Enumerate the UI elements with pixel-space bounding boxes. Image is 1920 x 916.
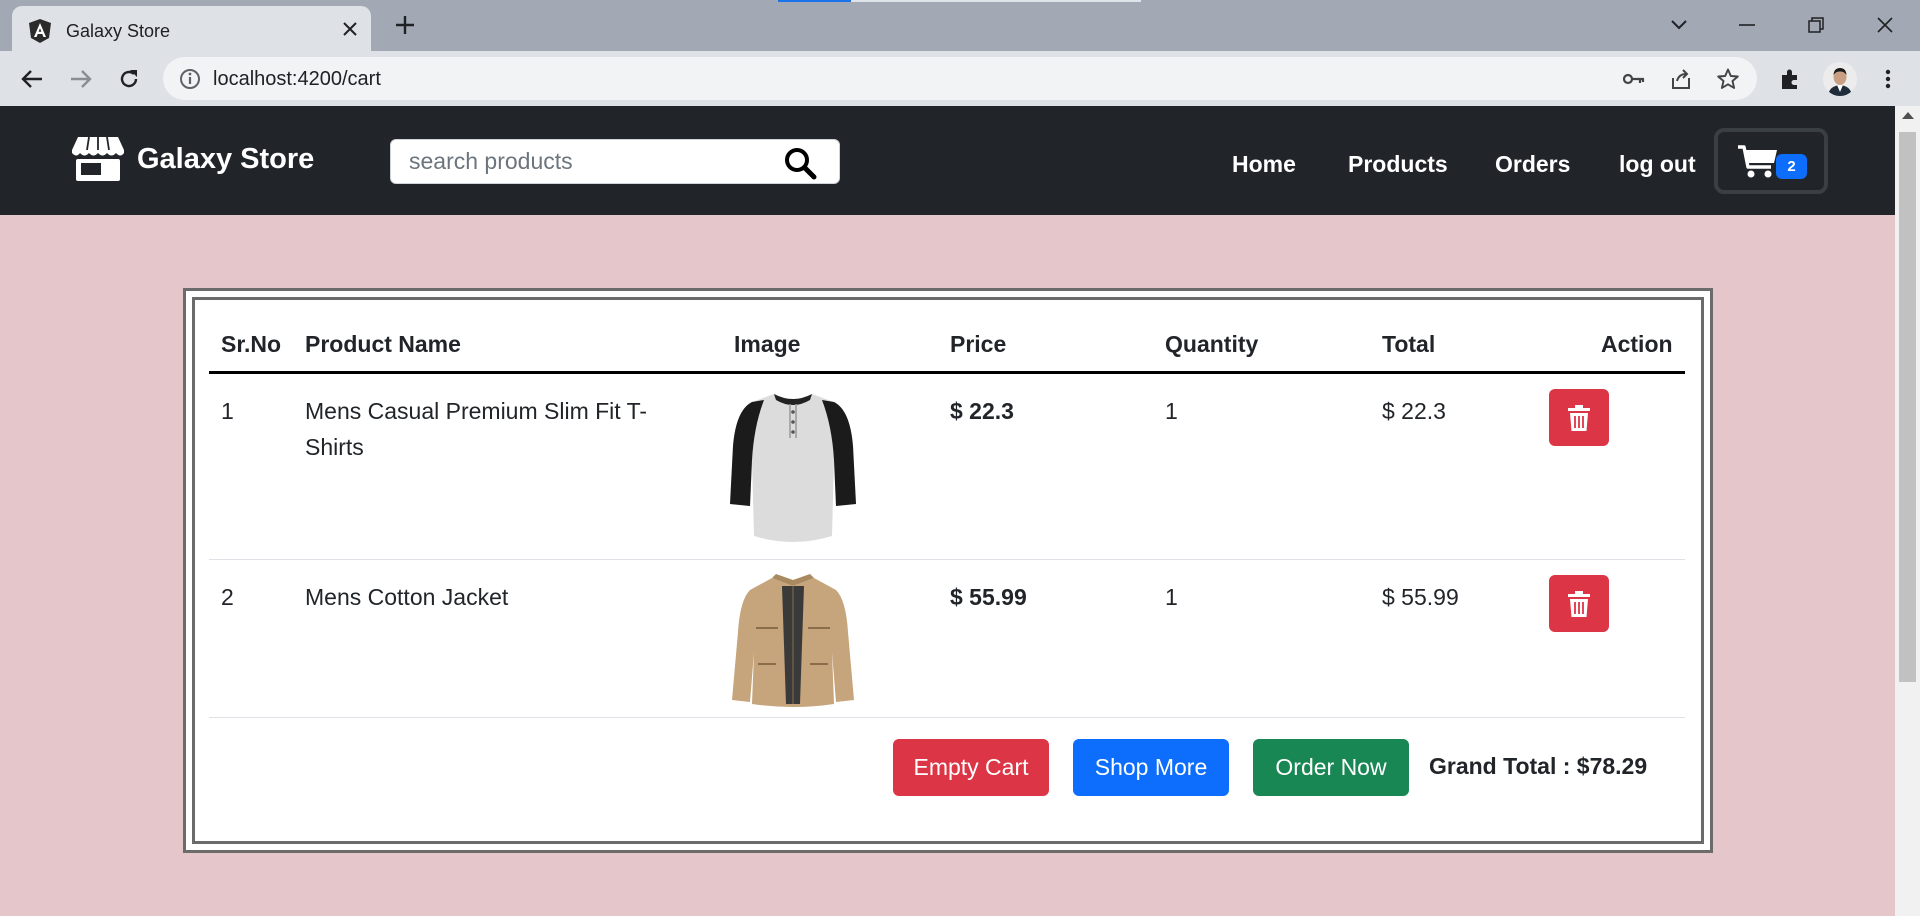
header-price: Price (950, 331, 1007, 357)
tab-loading-indicator (778, 0, 851, 2)
scroll-thumb[interactable] (1899, 132, 1916, 682)
empty-cart-button[interactable]: Empty Cart (893, 739, 1049, 796)
grand-total: Grand Total : $78.29 (1429, 753, 1648, 779)
angular-icon (29, 19, 51, 43)
row-product-name: Mens Cotton Jacket (305, 584, 509, 610)
row-product-name: Mens Casual Premium Slim Fit T-Shirts (305, 398, 648, 460)
shop-more-button[interactable]: Shop More (1073, 739, 1229, 796)
table-row: 2 Mens Cotton Jacket $ 55.99 1 $ 55.99 (209, 560, 1685, 718)
search-icon[interactable] (783, 146, 817, 180)
minimize-icon[interactable] (1732, 10, 1762, 40)
nav-link-home[interactable]: Home (1232, 151, 1296, 178)
cart-container: Sr.No Product Name Image Price Quantity … (183, 288, 1713, 853)
shopping-cart-icon (1738, 145, 1777, 178)
profile-avatar[interactable] (1823, 62, 1857, 96)
nav-link-logout[interactable]: log out (1619, 151, 1696, 178)
order-now-button[interactable]: Order Now (1253, 739, 1409, 796)
row-srno: 1 (221, 398, 234, 424)
row-quantity: 1 (1165, 398, 1178, 424)
header-total: Total (1382, 331, 1436, 357)
cart-count-badge: 2 (1776, 154, 1807, 179)
header-product-name: Product Name (305, 331, 461, 357)
cart-table: Sr.No Product Name Image Price Quantity … (192, 297, 1704, 844)
table-row: 1 Mens Casual Premium Slim Fit T-Shirts … (209, 374, 1685, 560)
delete-item-button[interactable] (1549, 389, 1609, 446)
search-input[interactable] (391, 140, 781, 183)
cart-button[interactable]: 2 (1714, 128, 1828, 194)
search-box (390, 139, 840, 184)
row-total: $ 55.99 (1382, 584, 1459, 610)
header-quantity: Quantity (1165, 331, 1259, 357)
close-tab-icon[interactable] (338, 17, 362, 41)
tab-loading-track (851, 0, 1141, 2)
nav-link-orders[interactable]: Orders (1495, 151, 1570, 178)
table-header: Sr.No Product Name Image Price Quantity … (209, 300, 1685, 374)
extensions-icon[interactable] (1776, 65, 1804, 93)
jacket-image (732, 574, 854, 707)
site-info-icon[interactable] (179, 68, 201, 90)
cart-footer: Empty Cart Shop More Order Now Grand Tot… (209, 715, 1685, 835)
row-price: $ 22.3 (950, 398, 1014, 424)
close-window-icon[interactable] (1870, 10, 1900, 40)
row-srno: 2 (221, 584, 234, 610)
trash-icon (1568, 590, 1590, 617)
row-quantity: 1 (1165, 584, 1178, 610)
new-tab-icon[interactable] (392, 12, 418, 38)
nav-link-products[interactable]: Products (1348, 151, 1448, 178)
key-icon[interactable] (1622, 67, 1646, 91)
header-action: Action (1601, 331, 1673, 357)
header-srno: Sr.No (221, 331, 282, 357)
tab-search-icon[interactable] (1664, 10, 1694, 40)
delete-item-button[interactable] (1549, 575, 1609, 632)
restore-icon[interactable] (1801, 10, 1831, 40)
tshirt-image (730, 394, 856, 542)
brand-link[interactable]: Galaxy Store (71, 136, 314, 182)
page-scrollbar[interactable] (1895, 106, 1920, 916)
browser-tab[interactable]: Galaxy Store (12, 6, 371, 51)
chrome-menu-icon[interactable] (1874, 65, 1902, 93)
forward-icon[interactable] (67, 65, 95, 93)
tab-title: Galaxy Store (66, 21, 171, 41)
row-total: $ 22.3 (1382, 398, 1446, 424)
scroll-up-arrow[interactable] (1902, 112, 1914, 119)
app-navbar: Galaxy Store Home Products Orders log ou… (0, 106, 1895, 215)
reload-icon[interactable] (115, 65, 143, 93)
store-icon (72, 136, 124, 181)
share-icon[interactable] (1669, 67, 1693, 91)
address-bar[interactable]: localhost:4200/cart (163, 57, 1757, 100)
trash-icon (1568, 404, 1590, 431)
header-image: Image (734, 331, 801, 357)
browser-toolbar: localhost:4200/cart (0, 51, 1920, 106)
bookmark-star-icon[interactable] (1716, 67, 1740, 91)
row-price: $ 55.99 (950, 584, 1027, 610)
browser-tabstrip: Galaxy Store (0, 0, 1920, 51)
back-icon[interactable] (18, 65, 46, 93)
brand-name: Galaxy Store (137, 142, 315, 175)
url-text[interactable]: localhost:4200/cart (213, 68, 381, 91)
